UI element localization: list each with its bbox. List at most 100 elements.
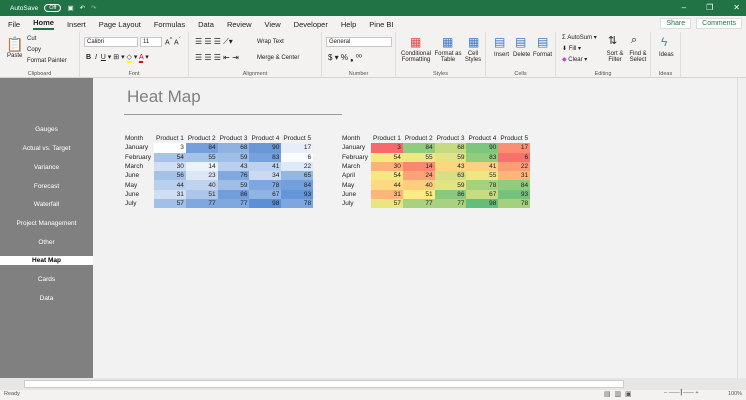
justify-icons[interactable]: ☰ ☰ ☰ ⇤ ⇥ (195, 53, 239, 62)
month-cell[interactable]: July (340, 199, 371, 208)
tab-formulas[interactable]: Formulas (154, 20, 185, 29)
month-cell[interactable]: February (340, 153, 371, 162)
month-cell[interactable]: May (340, 180, 371, 189)
conditional-formatting-icon[interactable]: ▦ (410, 35, 421, 49)
value-cell[interactable]: 31 (498, 171, 531, 181)
insert-cells-button[interactable]: Insert (494, 52, 509, 58)
value-cell[interactable]: 98 (249, 199, 282, 209)
month-cell[interactable]: June (123, 190, 154, 199)
value-cell[interactable]: 31 (371, 189, 403, 200)
cell-styles-icon[interactable]: ▦ (468, 35, 479, 49)
value-cell[interactable]: 14 (185, 161, 218, 172)
month-cell[interactable]: March (340, 162, 371, 171)
sidebar-item-heat-map[interactable]: Heat Map (0, 256, 93, 265)
sidebar-item-waterfall[interactable]: Waterfall (0, 200, 93, 209)
tab-review[interactable]: Review (227, 20, 252, 29)
sort-filter-icon[interactable]: ⇅ (608, 34, 617, 47)
value-cell[interactable]: 93 (281, 189, 314, 200)
value-cell[interactable]: 31 (154, 189, 186, 200)
font-name-select[interactable]: Calibri (84, 37, 138, 47)
tab-file[interactable]: File (8, 20, 20, 29)
value-cell[interactable]: 84 (402, 143, 435, 153)
value-cell[interactable]: 84 (185, 143, 218, 153)
format-painter-button[interactable]: Format Painter (27, 58, 67, 64)
font-format-icons[interactable]: B I U ▾ ⊞ ▾ ◇ ▾ A ▾ (86, 53, 149, 63)
month-cell[interactable]: April (340, 171, 371, 180)
value-cell[interactable]: 68 (434, 143, 467, 153)
scroll-thumb[interactable] (24, 380, 624, 388)
value-cell[interactable]: 3 (371, 143, 403, 153)
value-cell[interactable]: 43 (434, 161, 467, 172)
format-cells-icon[interactable]: ▤ (537, 35, 548, 49)
value-cell[interactable]: 22 (281, 161, 314, 172)
ideas-button[interactable]: Ideas (659, 52, 674, 58)
autosum-button[interactable]: Σ AutoSum ▾ (562, 34, 597, 41)
wrap-text-button[interactable]: Wrap Text (257, 39, 284, 45)
month-cell[interactable]: February (123, 153, 154, 162)
value-cell[interactable]: 63 (434, 171, 467, 181)
vertical-scrollbar[interactable] (737, 78, 746, 378)
sidebar-item-actual-vs-target[interactable]: Actual vs. Target (0, 144, 93, 153)
value-cell[interactable]: 57 (154, 199, 186, 209)
paste-button[interactable]: Paste (7, 53, 22, 59)
value-cell[interactable]: 59 (217, 180, 250, 190)
share-button[interactable]: Share (660, 18, 692, 29)
insert-cells-icon[interactable]: ▤ (494, 35, 505, 49)
tab-home[interactable]: Home (33, 18, 54, 30)
horizontal-scrollbar[interactable] (0, 378, 746, 390)
value-cell[interactable]: 41 (466, 161, 499, 172)
value-cell[interactable]: 86 (217, 189, 250, 200)
view-icons[interactable]: ▤ ▥ ▣ (604, 390, 632, 398)
value-cell[interactable]: 59 (434, 180, 467, 190)
value-cell[interactable]: 78 (466, 180, 499, 190)
value-cell[interactable]: 86 (434, 189, 467, 200)
value-cell[interactable]: 77 (217, 199, 250, 209)
redo-icon[interactable]: ↷ (91, 4, 96, 12)
sidebar-item-gauges[interactable]: Gauges (0, 125, 93, 134)
month-cell[interactable]: January (340, 143, 371, 152)
value-cell[interactable]: 41 (249, 161, 282, 172)
clear-button[interactable]: ◆ Clear ▾ (562, 56, 587, 63)
value-cell[interactable]: 51 (185, 189, 218, 200)
minimize-icon[interactable]: – (682, 3, 686, 12)
value-cell[interactable]: 57 (371, 199, 403, 209)
sidebar-item-data[interactable]: Data (0, 294, 93, 303)
tab-insert[interactable]: Insert (67, 20, 86, 29)
cut-button[interactable]: Cut (27, 36, 36, 42)
fill-button[interactable]: ⬇ Fill ▾ (562, 45, 581, 52)
value-cell[interactable]: 44 (154, 180, 186, 190)
month-cell[interactable]: May (123, 180, 154, 189)
value-cell[interactable]: 56 (154, 171, 186, 181)
delete-cells-icon[interactable]: ▤ (515, 35, 526, 49)
value-cell[interactable]: 54 (371, 171, 403, 181)
delete-cells-button[interactable]: Delete (513, 52, 530, 58)
sidebar-item-variance[interactable]: Variance (0, 163, 93, 172)
sidebar-item-cards[interactable]: Cards (0, 275, 93, 284)
tab-developer[interactable]: Developer (294, 20, 328, 29)
value-cell[interactable]: 24 (402, 171, 435, 181)
value-cell[interactable]: 78 (281, 199, 314, 209)
format-cells-button[interactable]: Format (533, 52, 552, 58)
value-cell[interactable]: 30 (371, 161, 403, 172)
align-icons[interactable]: ☰ ☰ ☰ ⟋▾ (195, 37, 233, 47)
sidebar-item-other[interactable]: Other (0, 238, 93, 247)
value-cell[interactable]: 98 (466, 199, 499, 209)
value-cell[interactable]: 30 (154, 161, 186, 172)
font-size-select[interactable]: 11 (140, 37, 162, 47)
zoom-slider[interactable]: – ——┃—— + (664, 390, 699, 396)
value-cell[interactable]: 83 (466, 152, 499, 162)
value-cell[interactable]: 3 (154, 143, 186, 153)
value-cell[interactable]: 65 (281, 171, 314, 181)
cell-styles-button[interactable]: Cell Styles (462, 51, 484, 63)
month-cell[interactable]: January (123, 143, 154, 152)
value-cell[interactable]: 55 (185, 152, 218, 162)
tab-view[interactable]: View (265, 20, 281, 29)
sidebar-item-forecast[interactable]: Forecast (0, 182, 93, 191)
value-cell[interactable]: 77 (402, 199, 435, 209)
autosave-toggle[interactable]: Off (44, 4, 62, 12)
restore-icon[interactable]: ❐ (706, 3, 713, 12)
month-cell[interactable]: March (123, 162, 154, 171)
month-cell[interactable]: July (123, 199, 154, 208)
value-cell[interactable]: 55 (466, 171, 499, 181)
comments-button[interactable]: Comments (696, 18, 742, 29)
